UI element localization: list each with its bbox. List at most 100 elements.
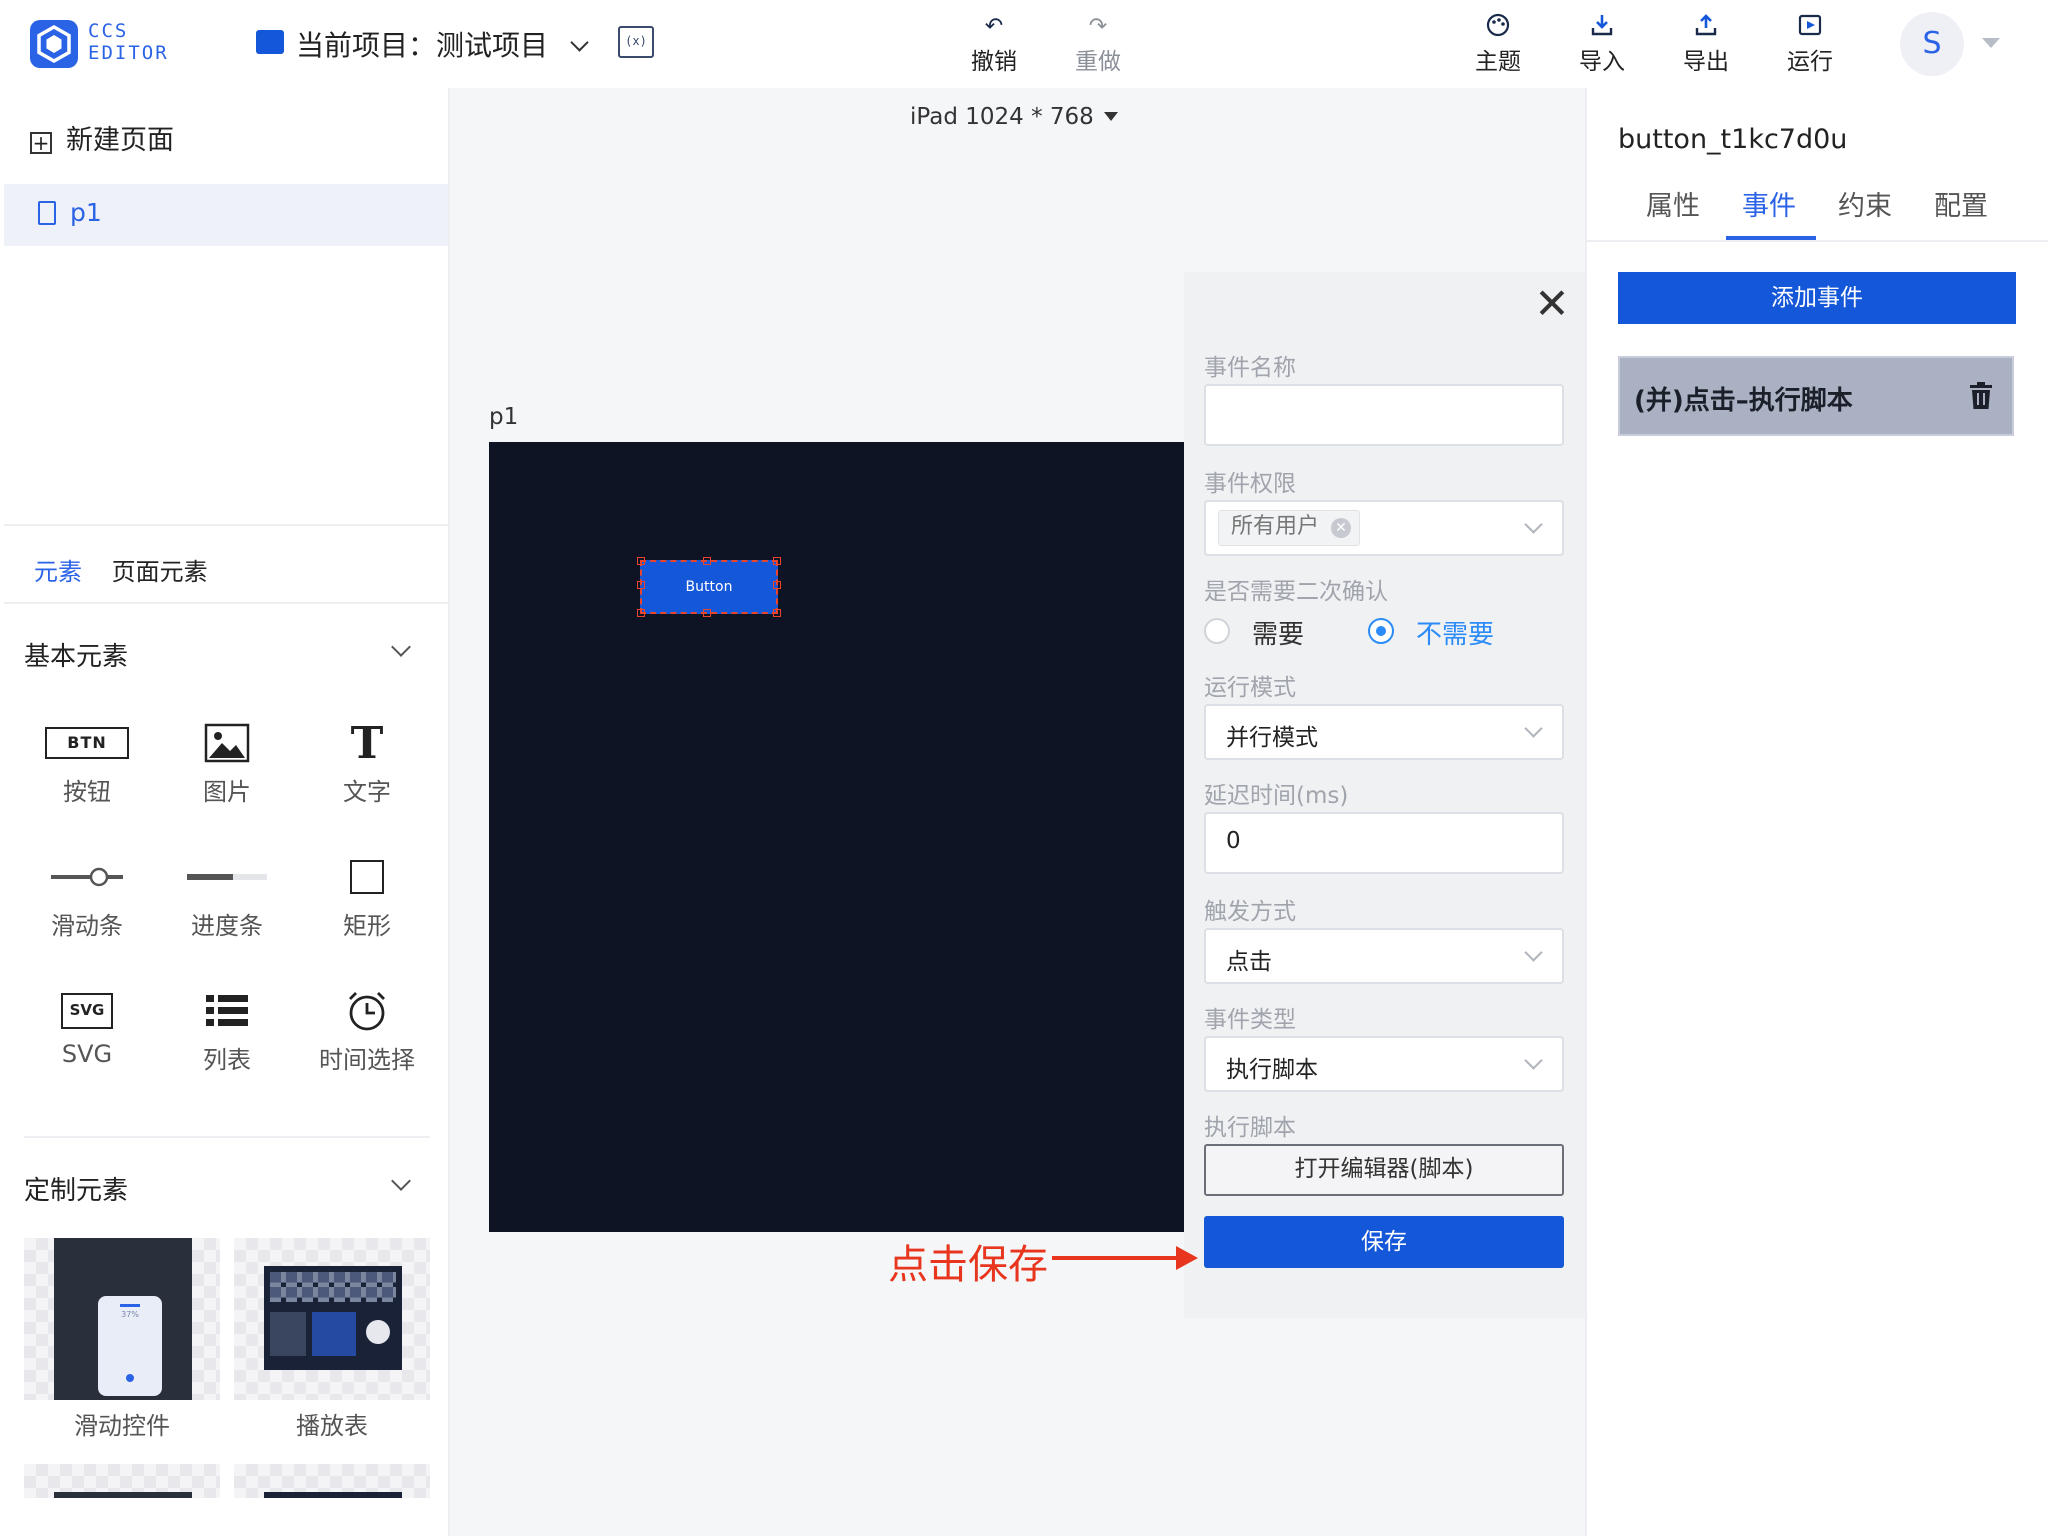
custom-element-thumbnail[interactable] xyxy=(24,1464,220,1498)
run-label: 运行 xyxy=(1787,49,1833,75)
tab-constraints[interactable]: 约束 xyxy=(1838,184,1892,223)
event-type-select[interactable]: 执行脚本 xyxy=(1204,1036,1564,1092)
tab-page-elements[interactable]: 页面元素 xyxy=(112,558,208,586)
redo-icon: ↷ xyxy=(1088,14,1108,39)
run-button[interactable]: 运行 xyxy=(1770,12,1850,78)
component-label: 图片 xyxy=(203,778,251,806)
annotation-arrowhead xyxy=(1176,1246,1198,1270)
event-name-input[interactable] xyxy=(1204,384,1564,446)
permission-tag-label: 所有用户 xyxy=(1231,514,1320,539)
resize-handle[interactable] xyxy=(637,557,645,565)
resize-handle[interactable] xyxy=(703,557,711,565)
resize-handle[interactable] xyxy=(773,581,781,589)
component-image[interactable]: 图片 xyxy=(162,718,292,818)
canvas-button-text: Button xyxy=(685,579,733,595)
divider xyxy=(1587,240,2048,242)
delay-label: 延迟时间(ms) xyxy=(1204,783,1349,809)
palette-icon xyxy=(1458,12,1538,42)
component-progress[interactable]: 进度条 xyxy=(162,852,292,952)
run-mode-select[interactable]: 并行模式 xyxy=(1204,704,1564,760)
close-icon[interactable]: ✕ xyxy=(1530,283,1574,328)
chevron-down-icon xyxy=(1524,719,1543,738)
open-editor-button[interactable]: 打开编辑器(脚本) xyxy=(1204,1144,1564,1196)
custom-elements-title: 定制元素 xyxy=(24,1176,129,1206)
radio-no-confirm[interactable] xyxy=(1368,618,1394,644)
component-label: 时间选择 xyxy=(319,1046,415,1074)
rect-icon xyxy=(350,860,384,894)
trigger-select[interactable]: 点击 xyxy=(1204,928,1564,984)
logo-text-line2: EDITOR xyxy=(88,42,169,64)
component-time-picker[interactable]: 时间选择 xyxy=(302,986,432,1086)
custom-slider-control-thumbnail[interactable]: 37% xyxy=(24,1238,220,1400)
new-page-button[interactable]: + 新建页面 xyxy=(30,118,174,157)
resize-handle[interactable] xyxy=(773,609,781,617)
resize-handle[interactable] xyxy=(637,609,645,617)
redo-button[interactable]: ↷ 重做 xyxy=(1058,12,1138,78)
logo-icon xyxy=(30,20,78,68)
event-type-label: 事件类型 xyxy=(1204,1007,1296,1033)
component-list[interactable]: 列表 xyxy=(162,986,292,1086)
slider-icon xyxy=(51,867,123,887)
thumbnail-percent: 37% xyxy=(121,1310,139,1319)
basic-elements-header[interactable]: 基本元素 xyxy=(24,636,128,673)
event-list-item[interactable]: (并)点击–执行脚本 xyxy=(1618,356,2014,436)
component-rectangle[interactable]: 矩形 xyxy=(302,852,432,952)
list-icon xyxy=(206,995,248,1026)
custom-element-thumbnail[interactable] xyxy=(234,1464,430,1498)
variable-icon[interactable]: (x) xyxy=(618,26,654,58)
delay-value: 0 xyxy=(1226,828,1241,854)
component-label: 滑动条 xyxy=(51,912,123,940)
element-tabs: 元素 页面元素 xyxy=(34,552,208,587)
delay-input[interactable]: 0 xyxy=(1204,812,1564,874)
svg-icon: SVG xyxy=(61,993,113,1029)
export-button[interactable]: 导出 xyxy=(1666,12,1746,78)
annotation-arrow xyxy=(1052,1256,1182,1260)
canvas-page-name: p1 xyxy=(489,404,519,430)
canvas-button-element[interactable]: Button xyxy=(637,557,781,617)
tab-elements[interactable]: 元素 xyxy=(34,558,82,586)
file-icon xyxy=(38,201,56,225)
resize-handle[interactable] xyxy=(703,609,711,617)
btn-icon: BTN xyxy=(45,727,129,759)
tab-properties[interactable]: 属性 xyxy=(1646,184,1700,223)
radio-no-confirm-label[interactable]: 不需要 xyxy=(1416,614,1494,651)
save-button[interactable]: 保存 xyxy=(1204,1216,1564,1268)
tag-close-icon[interactable]: ✕ xyxy=(1331,518,1352,538)
component-svg[interactable]: SVG SVG xyxy=(22,986,152,1086)
undo-button[interactable]: ↶ 撤销 xyxy=(954,12,1034,78)
project-selector[interactable]: 当前项目：测试项目 xyxy=(296,24,589,64)
permission-label: 事件权限 xyxy=(1204,471,1296,497)
divider xyxy=(24,1136,430,1138)
export-icon xyxy=(1666,12,1746,42)
tab-events[interactable]: 事件 xyxy=(1742,184,1796,223)
add-event-button[interactable]: 添加事件 xyxy=(1618,272,2016,324)
export-label: 导出 xyxy=(1683,49,1729,75)
trigger-value: 点击 xyxy=(1226,949,1272,975)
component-slider[interactable]: 滑动条 xyxy=(22,852,152,952)
component-text[interactable]: T 文字 xyxy=(302,718,432,818)
radio-need-confirm[interactable] xyxy=(1204,618,1230,644)
page-canvas[interactable] xyxy=(489,442,1184,1232)
component-label: 矩形 xyxy=(343,912,391,940)
text-icon: T xyxy=(350,717,384,769)
resize-handle[interactable] xyxy=(637,581,645,589)
avatar[interactable]: S xyxy=(1900,12,1964,76)
permission-tag: 所有用户 ✕ xyxy=(1218,510,1361,546)
component-button[interactable]: BTN 按钮 xyxy=(22,718,152,818)
trash-icon[interactable] xyxy=(1970,382,1992,410)
image-icon xyxy=(204,723,250,763)
device-selector[interactable]: iPad 1024 * 768 xyxy=(910,104,1118,130)
page-list-item[interactable]: p1 xyxy=(4,184,448,246)
caret-down-icon[interactable] xyxy=(1982,38,2000,48)
resize-handle[interactable] xyxy=(773,557,781,565)
custom-playlist-thumbnail[interactable] xyxy=(234,1238,430,1400)
custom-element-label: 播放表 xyxy=(296,1412,368,1440)
permission-select[interactable]: 所有用户 ✕ xyxy=(1204,500,1564,556)
tab-config[interactable]: 配置 xyxy=(1934,184,1988,223)
custom-elements-header[interactable]: 定制元素 xyxy=(24,1170,128,1207)
radio-need-confirm-label[interactable]: 需要 xyxy=(1252,614,1304,651)
custom-element-label: 滑动控件 xyxy=(74,1412,170,1440)
theme-button[interactable]: 主题 xyxy=(1458,12,1538,78)
import-button[interactable]: 导入 xyxy=(1562,12,1642,78)
annotation-text: 点击保存 xyxy=(888,1242,1048,1288)
